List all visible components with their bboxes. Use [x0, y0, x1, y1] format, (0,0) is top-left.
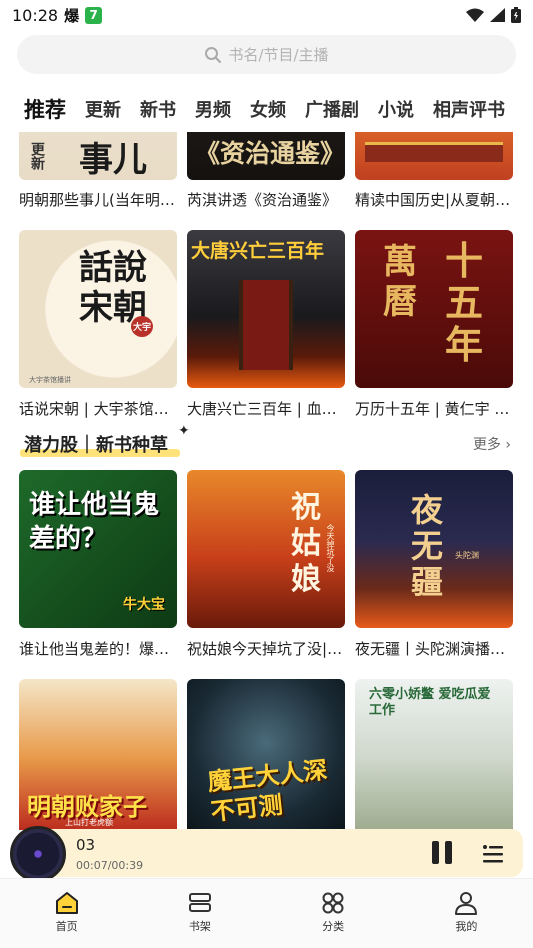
- book-cover: [355, 132, 513, 180]
- tab-crosstalk[interactable]: 相声评书: [433, 96, 505, 122]
- book-card[interactable]: 事儿 更新: [19, 132, 177, 180]
- book-card[interactable]: 魔王大人深不可测: [187, 679, 345, 830]
- book-card[interactable]: 話說宋朝 大宇 大宇茶馆播讲: [19, 230, 177, 388]
- tab-updates[interactable]: 更新: [85, 96, 121, 122]
- nav-profile-label: 我的: [455, 920, 478, 933]
- book-cover: 話說宋朝 大宇 大宇茶馆播讲: [19, 230, 177, 388]
- nav-category[interactable]: 分类: [267, 879, 400, 948]
- tab-new-books[interactable]: 新书: [140, 96, 176, 122]
- cover-small-text: 今天掉坑了没: [326, 524, 335, 572]
- tab-female[interactable]: 女频: [250, 96, 286, 122]
- cover-small-text: 大宇茶馆播讲: [29, 376, 71, 384]
- cover-title: 事儿: [79, 140, 147, 180]
- book-cover: 夜无疆 头陀渊: [355, 470, 513, 628]
- search-bar[interactable]: 书名/节目/主播: [17, 35, 516, 74]
- app-notification-icon: 7: [85, 6, 103, 24]
- home-icon: [55, 892, 78, 914]
- tab-male[interactable]: 男频: [195, 96, 231, 122]
- player-time: 00:07/00:39: [76, 859, 144, 872]
- book-cover: 《资治通鉴》: [187, 132, 345, 180]
- book-card[interactable]: 夜无疆 头陀渊: [355, 470, 513, 628]
- pause-icon[interactable]: [432, 841, 456, 865]
- signal-icon: [490, 8, 505, 22]
- cover-title: 夜无疆: [411, 491, 444, 601]
- cover-title-secondary: 萬曆: [383, 242, 417, 322]
- profile-icon: [455, 892, 478, 915]
- tab-recommend[interactable]: 推荐: [24, 94, 66, 124]
- book-title[interactable]: 大唐兴亡三百年 | 血雨腥风: [187, 398, 347, 419]
- palace-roof: [365, 142, 503, 162]
- book-cover: 明朝败家子 上山打老虎额: [19, 679, 177, 830]
- book-card[interactable]: 明朝败家子 上山打老虎额: [19, 679, 177, 830]
- battery-icon: [511, 7, 521, 23]
- content-feed: 事儿 更新 明朝那些事儿(当年明月著) 《资治通鉴》 芮淇讲透《资治通鉴》 精读…: [0, 132, 533, 830]
- tab-novel[interactable]: 小说: [378, 96, 414, 122]
- playlist-icon[interactable]: [482, 843, 504, 865]
- tower-shape: [239, 280, 293, 370]
- book-cover: 事儿 更新: [19, 132, 177, 180]
- book-title[interactable]: 谁让他当鬼差的！爆笑灵异: [19, 638, 179, 659]
- book-title[interactable]: 明朝那些事儿(当年明月著): [19, 189, 179, 210]
- cover-title: 《资治通鉴》: [195, 139, 345, 168]
- bookshelf-icon: [188, 893, 211, 912]
- cover-title: 大唐兴亡三百年: [191, 240, 325, 262]
- status-time: 10:28: [12, 5, 59, 25]
- book-cover: 大唐兴亡三百年: [187, 230, 345, 388]
- book-title[interactable]: 万历十五年 | 黄仁宇 经典: [355, 398, 515, 419]
- category-tabs: 推荐 更新 新书 男频 女频 广播剧 小说 相声评书: [0, 88, 533, 130]
- nav-category-label: 分类: [322, 920, 345, 933]
- book-card[interactable]: 十五年 萬曆: [355, 230, 513, 388]
- book-cover: 十五年 萬曆: [355, 230, 513, 388]
- section-header: 潜力股｜新书种草 ✦ 更多 ›: [0, 423, 533, 463]
- more-link[interactable]: 更多 ›: [473, 434, 511, 454]
- status-right-icons: [466, 7, 521, 23]
- more-label: 更多: [472, 437, 501, 453]
- cover-small-text: 头陀渊: [455, 551, 479, 560]
- book-card[interactable]: 大唐兴亡三百年: [187, 230, 345, 388]
- cover-small-text: 上山打老虎额: [65, 818, 113, 827]
- cover-title: 谁让他当鬼差的？: [29, 490, 160, 554]
- cover-title: 話說宋朝: [79, 248, 147, 328]
- cover-badge: 牛大宝: [123, 597, 165, 613]
- nav-profile[interactable]: 我的: [400, 879, 533, 948]
- section-title: 潜力股｜新书种草: [24, 435, 168, 456]
- sparkle-icon: ✦: [178, 423, 190, 439]
- cover-seal: 大宇: [131, 316, 154, 337]
- book-card[interactable]: [355, 132, 513, 180]
- book-cover: 祝姑娘 今天掉坑了没: [187, 470, 345, 628]
- nav-bookshelf[interactable]: 书架: [133, 879, 266, 948]
- cover-title: 祝姑娘: [291, 490, 321, 597]
- book-title[interactable]: 夜无疆丨头陀渊演播玄幻: [355, 638, 515, 659]
- cover-side-text: 更新: [29, 142, 45, 170]
- book-cover: 谁让他当鬼差的？ 牛大宝: [19, 470, 177, 628]
- nav-home-label: 首页: [55, 920, 78, 933]
- boom-icon: 爆: [64, 6, 80, 25]
- book-card[interactable]: 谁让他当鬼差的？ 牛大宝: [19, 470, 177, 628]
- book-card[interactable]: 六零小娇鳖 爱吃瓜爱工作: [355, 679, 513, 830]
- bottom-nav: 首页 书架 分类 我的: [0, 878, 533, 948]
- book-card[interactable]: 祝姑娘 今天掉坑了没: [187, 470, 345, 628]
- nav-home[interactable]: 首页: [0, 879, 133, 948]
- status-bar: 10:28 爆 7: [0, 0, 533, 30]
- search-icon: [205, 46, 222, 63]
- book-title[interactable]: 精读中国历史|从夏朝到清朝: [355, 189, 515, 210]
- status-notification-icons: 爆 7: [64, 5, 103, 26]
- cover-title: 十五年: [445, 238, 484, 367]
- book-title[interactable]: 话说宋朝 | 大宇茶馆说书: [19, 398, 179, 419]
- wifi-icon: [466, 8, 484, 22]
- search-placeholder: 书名/节目/主播: [228, 46, 329, 64]
- category-icon: [322, 892, 344, 914]
- nav-bookshelf-label: 书架: [188, 920, 211, 933]
- cover-title: 六零小娇鳖 爱吃瓜爱工作: [369, 687, 491, 718]
- album-art[interactable]: [10, 826, 66, 882]
- cover-title: 魔王大人深不可测: [206, 754, 329, 827]
- book-title[interactable]: 祝姑娘今天掉坑了没|古言: [187, 638, 347, 659]
- chevron-right-icon: ›: [505, 437, 511, 453]
- book-card[interactable]: 《资治通鉴》: [187, 132, 345, 180]
- book-cover: 六零小娇鳖 爱吃瓜爱工作: [355, 679, 513, 830]
- book-title[interactable]: 芮淇讲透《资治通鉴》: [187, 189, 347, 210]
- tab-radio-drama[interactable]: 广播剧: [305, 96, 359, 122]
- book-cover: 魔王大人深不可测: [187, 679, 345, 830]
- player-track-title: 03: [76, 836, 96, 854]
